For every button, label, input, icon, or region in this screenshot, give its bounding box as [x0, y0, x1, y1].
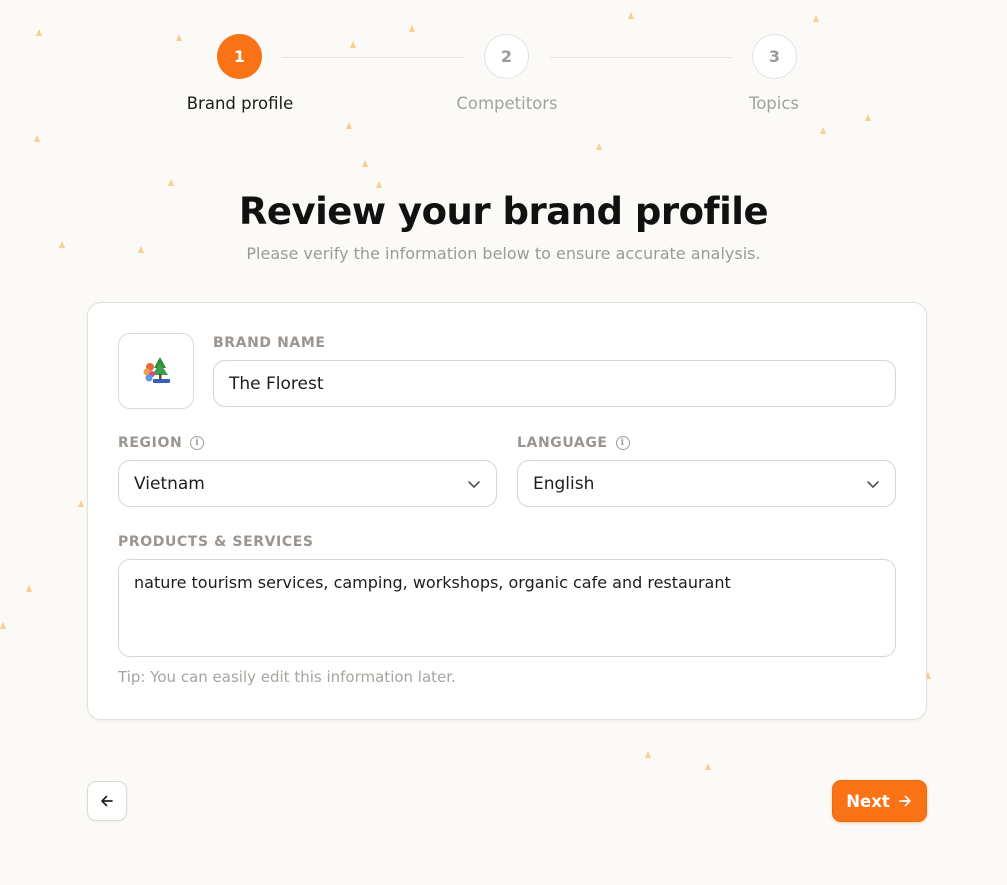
chevron-down-icon	[867, 480, 879, 488]
language-select[interactable]: English	[517, 460, 896, 507]
brand-name-input[interactable]: The Florest	[213, 360, 896, 407]
brand-name-label: BRAND NAME	[213, 335, 326, 351]
step-1-number: 1	[233, 47, 246, 66]
page-subtitle: Please verify the information below to e…	[246, 244, 761, 263]
step-1-indicator[interactable]: 1	[217, 34, 262, 79]
arrow-left-icon	[101, 795, 113, 807]
brand-name-value: The Florest	[229, 373, 324, 394]
brand-profile-card: BRAND NAME The Florest REGION i Vietnam …	[87, 302, 927, 720]
region-select[interactable]: Vietnam	[118, 460, 497, 507]
arrow-right-icon	[898, 795, 911, 807]
language-label-text: LANGUAGE	[517, 435, 608, 451]
language-info-icon[interactable]: i	[615, 436, 630, 450]
region-selected-value: Vietnam	[134, 473, 205, 494]
step-1-label: Brand profile	[186, 94, 294, 113]
step-2-label: Competitors	[456, 94, 558, 113]
brand-logo-image	[143, 357, 170, 383]
step-2-indicator[interactable]: 2	[484, 34, 529, 79]
products-services-label: PRODUCTS & SERVICES	[118, 534, 314, 550]
brand-logo[interactable]	[118, 333, 194, 409]
step-connector	[550, 57, 732, 58]
region-label-text: REGION	[118, 435, 183, 451]
stepper: 1 Brand profile 2 Competitors 3 Topics	[0, 0, 1007, 130]
step-connector	[282, 57, 464, 58]
tip-text: Tip: You can easily edit this informatio…	[118, 668, 456, 686]
page-title: Review your brand profile	[238, 190, 769, 233]
region-info-icon[interactable]: i	[190, 436, 205, 450]
step-3-label: Topics	[748, 94, 800, 113]
products-services-value: nature tourism services, camping, worksh…	[134, 573, 731, 592]
next-button-label: Next	[846, 791, 890, 811]
language-selected-value: English	[533, 473, 595, 494]
chevron-down-icon	[468, 480, 480, 488]
products-services-label-text: PRODUCTS & SERVICES	[118, 534, 314, 550]
region-label: REGION i	[118, 435, 205, 451]
back-button[interactable]	[87, 781, 127, 821]
step-2-number: 2	[500, 47, 513, 66]
brand-name-label-text: BRAND NAME	[213, 335, 326, 351]
next-button[interactable]: Next	[832, 780, 927, 822]
step-3-number: 3	[768, 47, 781, 66]
language-label: LANGUAGE i	[517, 435, 630, 451]
step-3-indicator[interactable]: 3	[752, 34, 797, 79]
products-services-textarea[interactable]: nature tourism services, camping, worksh…	[118, 559, 896, 657]
